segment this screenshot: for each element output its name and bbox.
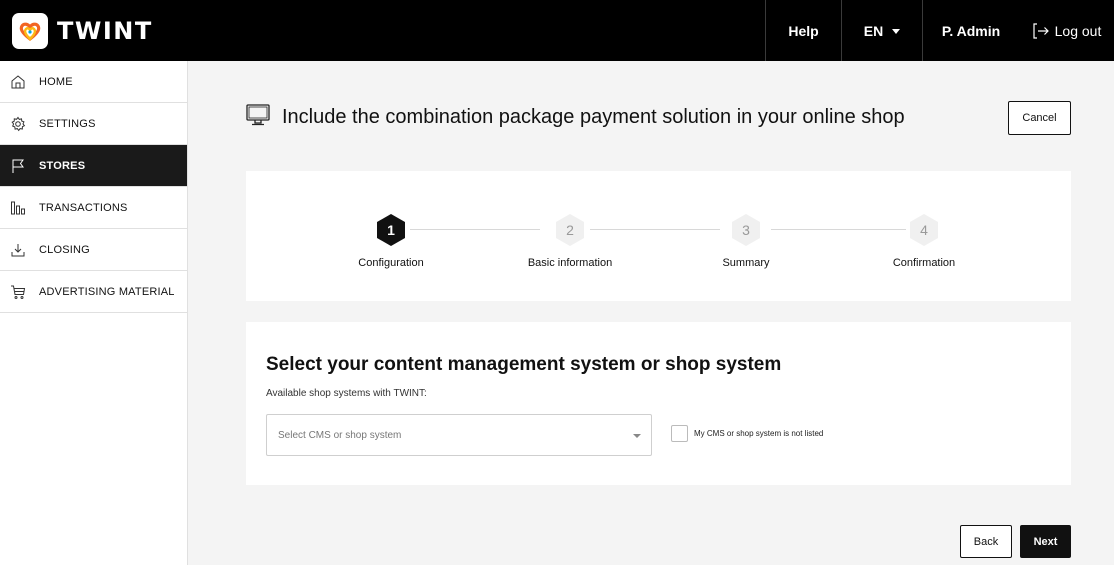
step-label: Summary bbox=[722, 257, 770, 269]
sidebar-item-label: TRANSACTIONS bbox=[39, 201, 128, 214]
sidebar-item-transactions[interactable]: TRANSACTIONS bbox=[0, 187, 187, 229]
cart-icon bbox=[10, 284, 26, 300]
step-label: Basic information bbox=[527, 257, 613, 269]
step-number: 2 bbox=[566, 222, 574, 238]
step-number: 4 bbox=[920, 222, 928, 238]
gear-icon bbox=[10, 116, 26, 132]
sidebar-item-label: HOME bbox=[39, 75, 73, 88]
top-bar: TWINT Help EN P. Admin Log out bbox=[0, 0, 1114, 61]
brand-name: TWINT bbox=[57, 16, 153, 45]
chevron-down-icon bbox=[633, 434, 641, 438]
back-button[interactable]: Back bbox=[960, 525, 1012, 558]
sidebar: HOME SETTINGS STORES TRANSACTIONS CLOSIN… bbox=[0, 61, 188, 565]
sidebar-item-settings[interactable]: SETTINGS bbox=[0, 103, 187, 145]
sidebar-item-label: ADVERTISING MATERIAL bbox=[39, 285, 175, 298]
step-number-badge: 3 bbox=[729, 213, 763, 247]
top-nav: Help EN P. Admin Log out bbox=[765, 0, 1114, 61]
page-title: Include the combination package payment … bbox=[246, 104, 905, 131]
step-confirmation: 4 Confirmation bbox=[854, 213, 994, 269]
step-number: 3 bbox=[742, 222, 750, 238]
monitor-icon bbox=[246, 104, 270, 131]
next-button[interactable]: Next bbox=[1020, 525, 1071, 558]
progress-stepper: 1 Configuration 2 Basic information 3 Su… bbox=[246, 171, 1071, 301]
sidebar-item-closing[interactable]: CLOSING bbox=[0, 229, 187, 271]
twint-logo-icon bbox=[12, 12, 48, 49]
language-label: EN bbox=[863, 22, 884, 39]
download-icon bbox=[10, 242, 26, 258]
sidebar-item-label: CLOSING bbox=[39, 243, 90, 256]
twint-logo[interactable]: TWINT bbox=[12, 0, 153, 61]
caret-down-icon bbox=[892, 28, 901, 34]
sidebar-item-label: SETTINGS bbox=[39, 117, 96, 130]
shop-system-card: Select your content management system or… bbox=[246, 322, 1071, 485]
step-label: Confirmation bbox=[892, 257, 956, 269]
bar-chart-icon bbox=[10, 200, 26, 216]
flag-icon bbox=[10, 158, 26, 174]
sidebar-item-stores[interactable]: STORES bbox=[0, 145, 187, 187]
page-title-text: Include the combination package payment … bbox=[282, 106, 905, 128]
sidebar-item-home[interactable]: HOME bbox=[0, 61, 187, 103]
checkbox-label[interactable]: My CMS or shop system is not listed bbox=[694, 429, 823, 438]
sidebar-item-advertising-material[interactable]: ADVERTISING MATERIAL bbox=[0, 271, 187, 313]
dropdown-placeholder: Select CMS or shop system bbox=[278, 429, 402, 441]
step-number-badge: 4 bbox=[907, 213, 941, 247]
logout-button[interactable]: Log out bbox=[1019, 0, 1114, 61]
user-name[interactable]: P. Admin bbox=[922, 0, 1019, 61]
logout-icon bbox=[1033, 22, 1049, 39]
cms-select-dropdown[interactable]: Select CMS or shop system bbox=[266, 414, 652, 456]
step-configuration: 1 Configuration bbox=[321, 213, 461, 269]
cancel-button[interactable]: Cancel bbox=[1008, 101, 1071, 135]
logout-label: Log out bbox=[1054, 22, 1102, 39]
sidebar-item-label: STORES bbox=[39, 159, 86, 172]
step-basic-information: 2 Basic information bbox=[500, 213, 640, 269]
help-link[interactable]: Help bbox=[765, 0, 841, 61]
step-number: 1 bbox=[387, 222, 395, 238]
section-subtitle: Available shop systems with TWINT: bbox=[266, 388, 427, 399]
step-number-badge: 1 bbox=[374, 213, 408, 247]
home-icon bbox=[10, 74, 26, 90]
language-selector[interactable]: EN bbox=[841, 0, 922, 61]
not-listed-checkbox[interactable] bbox=[671, 425, 688, 442]
step-summary: 3 Summary bbox=[676, 213, 816, 269]
step-label: Configuration bbox=[358, 257, 424, 269]
step-number-badge: 2 bbox=[553, 213, 587, 247]
section-heading: Select your content management system or… bbox=[266, 354, 782, 375]
